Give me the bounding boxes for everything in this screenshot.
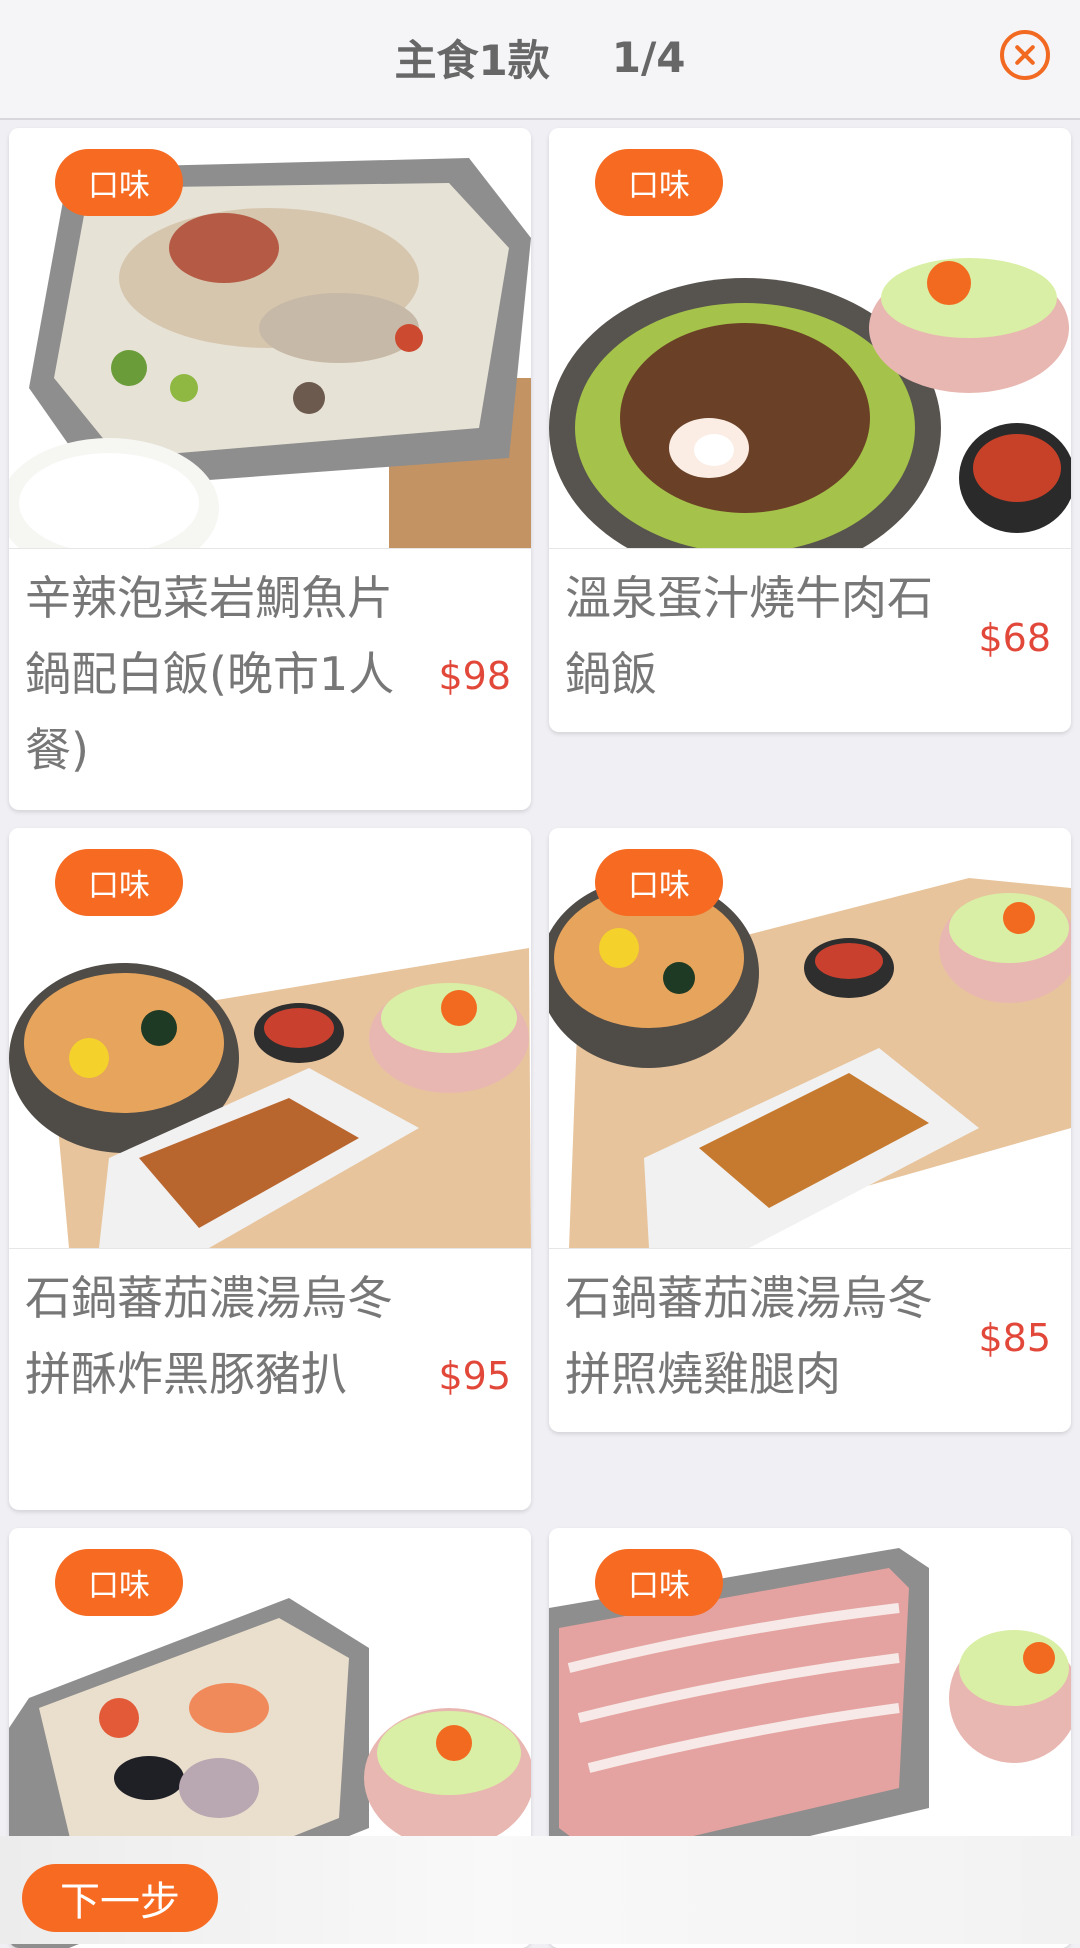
flavor-badge[interactable]: 口味: [55, 849, 183, 916]
flavor-badge[interactable]: 口味: [595, 149, 723, 216]
item-price: $68: [978, 616, 1051, 660]
menu-item-card[interactable]: 口味 石鍋蕃茄濃湯烏冬拼酥炸黑豚豬扒 $95: [9, 828, 531, 1510]
page-indicator: 1/4: [611, 32, 686, 82]
item-price: $95: [438, 1354, 511, 1398]
header-title-group: 主食1款 1/4: [0, 0, 1080, 114]
item-price: $85: [978, 1316, 1051, 1360]
food-photo: 口味: [9, 128, 531, 548]
page-title: 主食1款: [394, 35, 550, 85]
food-photo: 口味: [549, 128, 1071, 548]
item-price: $98: [438, 654, 511, 698]
flavor-badge[interactable]: 口味: [55, 149, 183, 216]
header-bar: 主食1款 1/4: [0, 0, 1080, 120]
close-icon[interactable]: [1000, 30, 1050, 80]
flavor-badge[interactable]: 口味: [595, 1549, 723, 1616]
item-name: 溫泉蛋汁燒牛肉石鍋飯: [565, 571, 933, 701]
menu-item-card[interactable]: 口味 溫泉蛋汁燒牛肉石鍋飯 $68: [549, 128, 1071, 732]
flavor-badge[interactable]: 口味: [595, 849, 723, 916]
divider: [9, 548, 531, 549]
food-photo: 口味: [549, 828, 1071, 1248]
next-step-button[interactable]: 下一步: [22, 1864, 218, 1932]
food-photo: 口味: [9, 828, 531, 1248]
menu-item-card[interactable]: 口味 石鍋蕃茄濃湯烏冬拼照燒雞腿肉 $85: [549, 828, 1071, 1432]
item-name: 石鍋蕃茄濃湯烏冬拼照燒雞腿肉: [565, 1271, 933, 1401]
item-name: 辛辣泡菜岩鯛魚片鍋配白飯(晚市1人餐): [25, 571, 395, 777]
item-name: 石鍋蕃茄濃湯烏冬拼酥炸黑豚豬扒: [25, 1271, 393, 1401]
divider: [549, 548, 1071, 549]
flavor-badge[interactable]: 口味: [55, 1549, 183, 1616]
divider: [9, 1248, 531, 1249]
menu-item-card[interactable]: 口味 辛辣泡菜岩鯛魚片鍋配白飯(晚市1人餐) $98: [9, 128, 531, 810]
divider: [549, 1248, 1071, 1249]
